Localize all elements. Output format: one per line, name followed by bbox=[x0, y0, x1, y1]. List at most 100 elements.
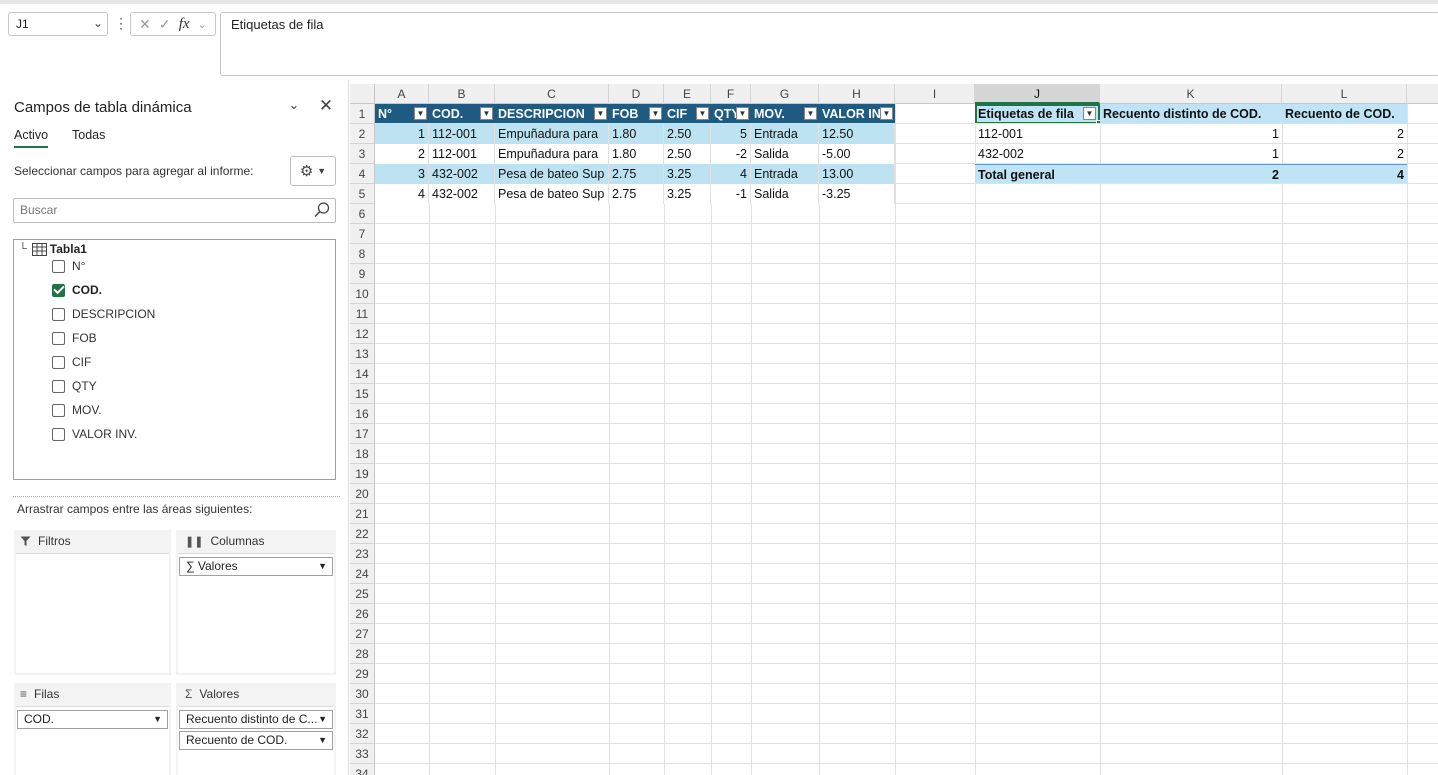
row-header[interactable]: 7 bbox=[350, 224, 375, 244]
row-header[interactable]: 4 bbox=[350, 164, 375, 184]
filter-dropdown-icon[interactable]: ▼ bbox=[880, 107, 893, 120]
table-cell[interactable]: Salida bbox=[751, 144, 819, 164]
filter-dropdown-icon[interactable]: ▼ bbox=[1083, 107, 1096, 120]
column-header-j[interactable]: J bbox=[975, 84, 1100, 104]
pivot-header-count[interactable]: Recuento de COD. bbox=[1282, 104, 1407, 124]
insert-function-icon[interactable]: fx bbox=[179, 16, 190, 33]
table-cell[interactable]: Pesa de bateo Sup bbox=[495, 164, 609, 184]
checkbox[interactable] bbox=[52, 355, 65, 369]
table-cell[interactable]: 2 bbox=[375, 144, 429, 164]
settings-button[interactable]: ⚙ ▼ bbox=[290, 156, 336, 186]
filter-dropdown-icon[interactable]: ▼ bbox=[480, 107, 493, 120]
column-header-f[interactable]: F bbox=[711, 84, 751, 104]
row-header[interactable]: 3 bbox=[350, 144, 375, 164]
chevron-down-icon[interactable]: ⌄ bbox=[198, 18, 207, 31]
tab-activo[interactable]: Activo bbox=[14, 128, 49, 148]
checkbox[interactable] bbox=[52, 379, 65, 393]
columns-drop-zone[interactable]: ∑ Valores ▼ bbox=[178, 553, 334, 673]
field-fob[interactable]: FOB bbox=[52, 331, 97, 345]
table-cell[interactable]: -3.25 bbox=[819, 184, 895, 204]
worksheet-grid[interactable]: A B C D E F G H I J K L N° ▼ COD. ▼ DESC… bbox=[350, 84, 1438, 775]
table-cell[interactable]: 112-001 bbox=[429, 144, 495, 164]
checkbox[interactable] bbox=[52, 403, 65, 417]
table-cell[interactable]: Entrada bbox=[751, 124, 819, 144]
row-header[interactable]: 1 bbox=[350, 104, 375, 124]
table-cell[interactable]: -2 bbox=[711, 144, 751, 164]
chevron-down-icon[interactable]: ▼ bbox=[153, 711, 162, 728]
checkbox[interactable] bbox=[52, 307, 65, 321]
column-header-b[interactable]: B bbox=[429, 84, 495, 104]
row-header[interactable]: 15 bbox=[350, 384, 375, 404]
row-header[interactable]: 10 bbox=[350, 284, 375, 304]
pivot-cell[interactable]: 1 bbox=[1100, 124, 1282, 144]
rows-item-cod[interactable]: COD. ▼ bbox=[17, 710, 168, 729]
table-cell[interactable]: 2.75 bbox=[609, 164, 664, 184]
column-header-a[interactable]: A bbox=[375, 84, 429, 104]
table-cell[interactable]: 432-002 bbox=[429, 164, 495, 184]
filter-dropdown-icon[interactable]: ▼ bbox=[696, 107, 709, 120]
chevron-down-icon[interactable]: ▼ bbox=[318, 558, 327, 575]
table-cell[interactable]: -1 bbox=[711, 184, 751, 204]
row-header[interactable]: 24 bbox=[350, 564, 375, 584]
filter-dropdown-icon[interactable]: ▼ bbox=[804, 107, 817, 120]
row-header[interactable]: 26 bbox=[350, 604, 375, 624]
pivot-header-distinct-count[interactable]: Recuento distinto de COD. bbox=[1100, 104, 1282, 124]
pivot-row-label[interactable]: 432-002 bbox=[975, 144, 1100, 164]
row-header[interactable]: 6 bbox=[350, 204, 375, 224]
pivot-total-cell[interactable]: 4 bbox=[1282, 164, 1407, 184]
field-mov[interactable]: MOV. bbox=[52, 403, 102, 417]
checkbox[interactable] bbox=[52, 331, 65, 345]
table-cell[interactable]: 13.00 bbox=[819, 164, 895, 184]
row-header[interactable]: 22 bbox=[350, 524, 375, 544]
pivot-cell[interactable]: 1 bbox=[1100, 144, 1282, 164]
table-cell[interactable]: 4 bbox=[375, 184, 429, 204]
field-cif[interactable]: CIF bbox=[52, 355, 91, 369]
row-header[interactable]: 34 bbox=[350, 764, 375, 775]
field-cod[interactable]: COD. bbox=[52, 283, 102, 297]
table-cell[interactable]: 12.50 bbox=[819, 124, 895, 144]
check-icon[interactable]: ✓ bbox=[159, 16, 171, 33]
pivot-row-label[interactable]: 112-001 bbox=[975, 124, 1100, 144]
filters-drop-zone[interactable] bbox=[16, 553, 169, 673]
table-cell[interactable]: 2.50 bbox=[664, 124, 711, 144]
table-cell[interactable]: 432-002 bbox=[429, 184, 495, 204]
table-cell[interactable]: Empuñadura para bbox=[495, 124, 609, 144]
columns-item-valores[interactable]: ∑ Valores ▼ bbox=[179, 557, 333, 576]
column-header-c[interactable]: C bbox=[495, 84, 609, 104]
table-header-descripcion[interactable]: DESCRIPCION bbox=[495, 104, 609, 124]
row-header[interactable]: 11 bbox=[350, 304, 375, 324]
table-cell[interactable]: 3.25 bbox=[664, 184, 711, 204]
column-header-i[interactable]: I bbox=[895, 84, 975, 104]
pivot-total-cell[interactable]: 2 bbox=[1100, 164, 1282, 184]
table-cell[interactable]: 1.80 bbox=[609, 124, 664, 144]
table-cell[interactable]: Entrada bbox=[751, 164, 819, 184]
pivot-header-row-labels[interactable]: Etiquetas de fila bbox=[975, 104, 1100, 124]
chevron-down-icon[interactable]: ▼ bbox=[318, 711, 327, 728]
tab-todas[interactable]: Todas bbox=[72, 128, 105, 142]
field-descripcion[interactable]: DESCRIPCION bbox=[52, 307, 155, 321]
row-header[interactable]: 20 bbox=[350, 484, 375, 504]
row-header[interactable]: 33 bbox=[350, 744, 375, 764]
more-vertical-icon[interactable]: ⋮ bbox=[114, 14, 128, 34]
checkbox[interactable] bbox=[52, 427, 65, 441]
row-header[interactable]: 19 bbox=[350, 464, 375, 484]
column-header-h[interactable]: H bbox=[819, 84, 895, 104]
cancel-icon[interactable]: ✕ bbox=[139, 16, 151, 33]
column-header-g[interactable]: G bbox=[751, 84, 819, 104]
search-icon[interactable] bbox=[312, 200, 332, 220]
table-cell[interactable]: 5 bbox=[711, 124, 751, 144]
column-header-k[interactable]: K bbox=[1100, 84, 1282, 104]
table-cell[interactable]: 112-001 bbox=[429, 124, 495, 144]
table-cell[interactable]: Empuñadura para bbox=[495, 144, 609, 164]
table-cell[interactable]: 2.50 bbox=[664, 144, 711, 164]
row-header[interactable]: 31 bbox=[350, 704, 375, 724]
table-cell[interactable]: Pesa de bateo Sup bbox=[495, 184, 609, 204]
row-header[interactable]: 25 bbox=[350, 584, 375, 604]
row-header[interactable]: 29 bbox=[350, 664, 375, 684]
row-header[interactable]: 5 bbox=[350, 184, 375, 204]
row-header[interactable]: 27 bbox=[350, 624, 375, 644]
table-node[interactable]: └ Tabla1 bbox=[19, 242, 87, 256]
row-header[interactable]: 21 bbox=[350, 504, 375, 524]
select-all-corner[interactable] bbox=[350, 84, 375, 104]
values-item-distinct-count[interactable]: Recuento distinto de C... ▼ bbox=[179, 710, 333, 729]
